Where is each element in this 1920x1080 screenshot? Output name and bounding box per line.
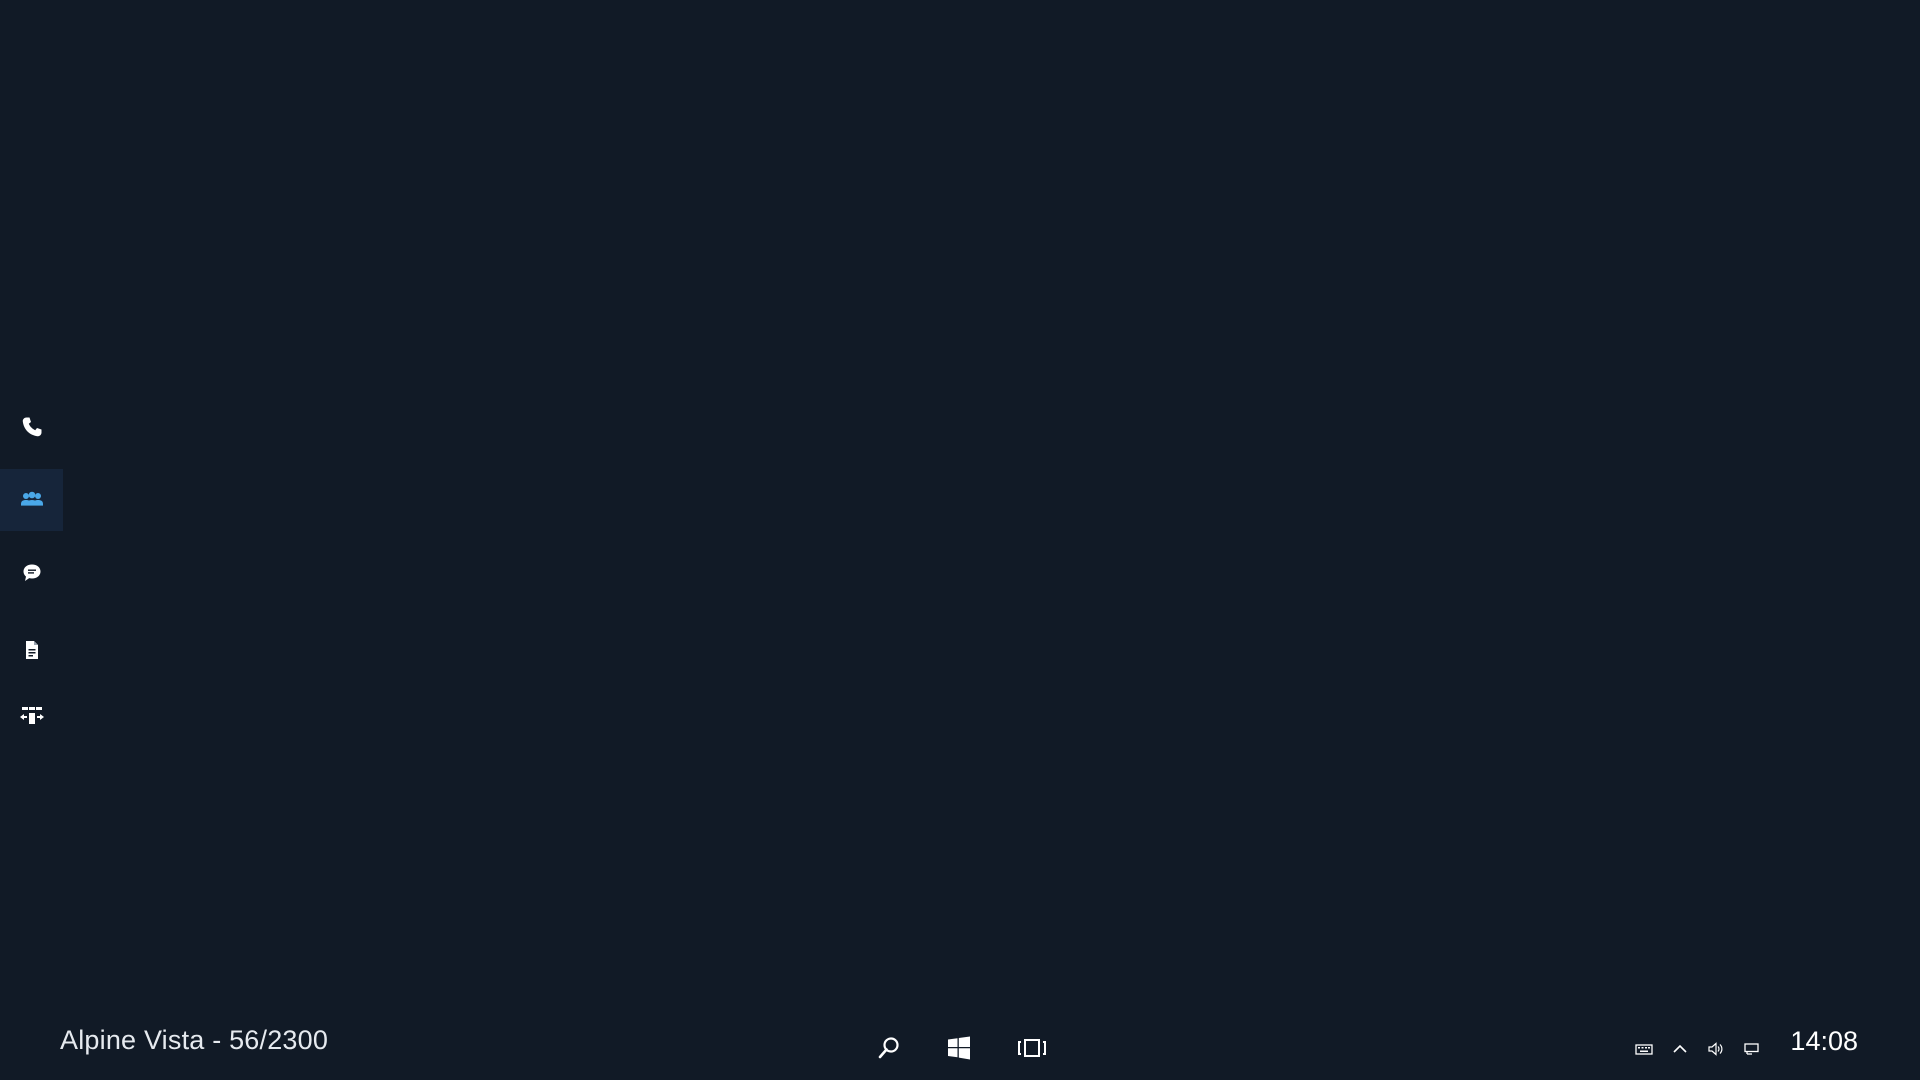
desktop: Alpine Vista - 56/2300 14:08 [0,0,1920,1080]
volume-tray[interactable] [1705,1038,1727,1060]
search-icon [878,1037,899,1059]
rail-item-chat[interactable] [0,542,63,604]
chevron-up-icon [1673,1044,1687,1053]
windows-start-icon [948,1036,970,1060]
taskbar: Alpine Vista - 56/2300 14:08 [0,1014,1920,1080]
show-hidden-icons[interactable] [1669,1038,1691,1060]
transfer-icon [19,707,44,724]
keyboard-tray[interactable] [1633,1038,1655,1060]
device-label: Alpine Vista - 56/2300 [60,1025,329,1055]
document-icon [25,641,38,659]
rail-item-phone[interactable] [0,396,63,458]
volume-icon [1708,1042,1723,1056]
display-tray[interactable] [1741,1038,1763,1060]
task-view-icon [1018,1039,1046,1057]
display-icon [1744,1043,1759,1055]
phone-icon [22,417,41,437]
search-button[interactable] [869,1028,909,1068]
clock[interactable]: 14:08 [1790,1026,1858,1057]
start-button[interactable] [939,1028,979,1068]
keyboard-icon [1635,1044,1653,1055]
people-icon [20,491,43,506]
rail-item-document[interactable] [0,619,63,681]
task-view-button[interactable] [1012,1028,1052,1068]
rail-item-people[interactable] [0,469,63,531]
chat-icon [23,564,40,581]
rail-item-transfer[interactable] [0,685,63,747]
